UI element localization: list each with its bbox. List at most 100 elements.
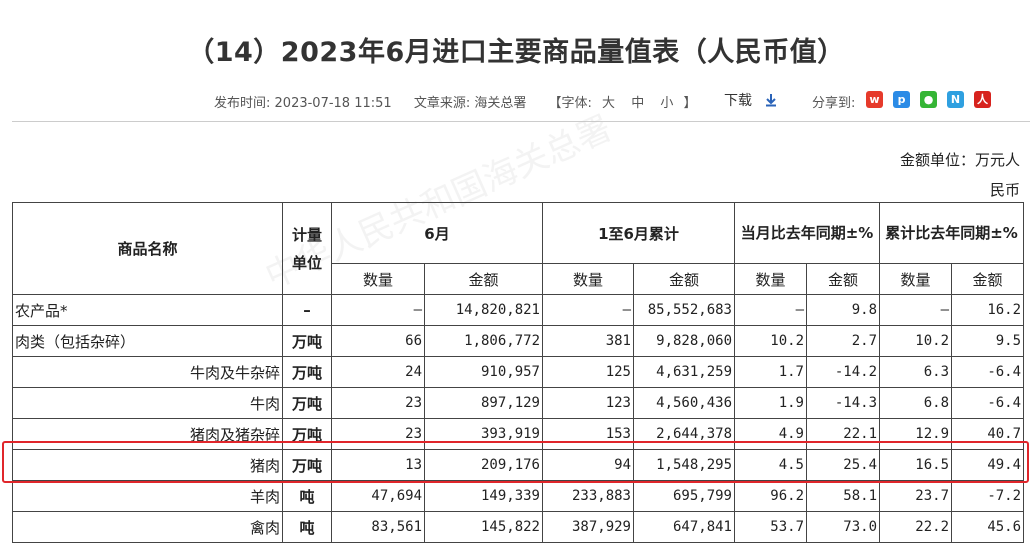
row-cum-qty-yoy: 23.7 [879, 480, 953, 512]
data-table: 商品名称 计量单位 6月 1至6月累计 当月比去年同期±% 累计比去年同期±% … [12, 202, 1025, 543]
header-amt: 金额 [633, 263, 735, 295]
row-month-qty-yoy: 1.9 [734, 387, 807, 419]
people-icon[interactable]: 人 [974, 91, 991, 108]
row-qty: 47,694 [331, 480, 425, 512]
row-cum-amt: 695,799 [633, 480, 735, 512]
download-arrow-icon [766, 94, 777, 107]
row-cum-amt: 647,841 [633, 511, 735, 543]
row-cum-amt-yoy: -7.2 [951, 480, 1025, 512]
font-small-link[interactable]: 小 [660, 92, 673, 111]
row-cum-amt: 2,644,378 [633, 418, 735, 450]
row-cum-qty-yoy: 10.2 [879, 325, 953, 357]
header-cumulative: 1至6月累计 [542, 202, 735, 264]
table-row: 禽肉 吨 83,561 145,822 387,929 647,841 53.7… [12, 511, 1025, 543]
row-month-amt-yoy: 58.1 [805, 480, 881, 512]
row-cum-qty-yoy: 12.9 [879, 418, 953, 450]
row-month-qty-yoy: – [734, 294, 807, 326]
row-unit: 万吨 [282, 418, 332, 450]
row-cum-amt-yoy: 40.7 [951, 418, 1025, 450]
row-cum-amt: 9,828,060 [633, 325, 735, 357]
unit-note-line2: 民币 [989, 181, 1020, 199]
source-label: 文章来源: [413, 96, 471, 111]
row-month-qty-yoy: 4.9 [734, 418, 807, 450]
row-month-qty-yoy: 1.7 [734, 356, 807, 388]
divider [12, 121, 1030, 122]
download-link[interactable]: 下载 [724, 90, 778, 110]
table-row: 肉类（包括杂碎） 万吨 66 1,806,772 381 9,828,060 1… [12, 325, 1025, 357]
row-name: 猪肉及猪杂碎 [12, 418, 283, 450]
row-cum-qty-yoy: 6.8 [879, 387, 953, 419]
row-qty: 23 [331, 418, 425, 450]
header-amt: 金额 [424, 263, 543, 295]
row-unit: 万吨 [282, 387, 332, 419]
row-amt: 1,806,772 [424, 325, 543, 357]
row-cum-qty-yoy: 6.3 [879, 356, 953, 388]
row-cum-amt-yoy: -6.4 [951, 356, 1025, 388]
row-qty: 23 [331, 387, 425, 419]
row-cum-amt-yoy: 16.2 [951, 294, 1025, 326]
row-month-qty-yoy: 53.7 [734, 511, 807, 543]
table-row: 羊肉 吨 47,694 149,339 233,883 695,799 96.2… [12, 480, 1025, 512]
row-name: 肉类（包括杂碎） [12, 325, 283, 357]
row-cum-qty: 233,883 [542, 480, 634, 512]
header-qty: 数量 [879, 263, 953, 295]
row-month-amt-yoy: 25.4 [805, 449, 881, 481]
row-month-amt-yoy: 9.8 [805, 294, 881, 326]
row-amt: 14,820,821 [424, 294, 543, 326]
renren-icon[interactable]: N [947, 91, 964, 108]
row-month-amt-yoy: 22.1 [805, 418, 881, 450]
row-month-amt-yoy: 73.0 [805, 511, 881, 543]
row-cum-qty: 381 [542, 325, 634, 357]
wechat-icon[interactable]: ● [920, 91, 937, 108]
row-unit: 吨 [282, 511, 332, 543]
row-name: 禽肉 [12, 511, 283, 543]
unit-note-line1: 金额单位：万元人 [899, 151, 1020, 169]
row-unit: 万吨 [282, 325, 332, 357]
font-large-link[interactable]: 大 [602, 92, 615, 111]
weibo-icon[interactable]: w [866, 91, 883, 108]
table-row: 猪肉及猪杂碎 万吨 23 393,919 153 2,644,378 4.9 2… [12, 418, 1025, 450]
row-cum-qty: 94 [542, 449, 634, 481]
source-value: 海关总署 [474, 96, 527, 111]
row-unit: – [282, 294, 332, 326]
row-cum-amt: 4,631,259 [633, 356, 735, 388]
row-name: 猪肉 [12, 449, 283, 481]
header-june: 6月 [331, 202, 543, 264]
row-cum-amt-yoy: 49.4 [951, 449, 1025, 481]
row-cum-amt-yoy: 45.6 [951, 511, 1025, 543]
row-cum-qty: 387,929 [542, 511, 634, 543]
row-cum-qty: 123 [542, 387, 634, 419]
row-month-amt-yoy: 2.7 [805, 325, 881, 357]
row-unit: 吨 [282, 480, 332, 512]
row-unit: 万吨 [282, 449, 332, 481]
row-qty: 24 [331, 356, 425, 388]
article-meta: 发布时间: 2023-07-18 11:51 文章来源: 海关总署 【字体: 大… [214, 92, 697, 111]
share-label: 分享到: [812, 96, 856, 111]
row-qty: 66 [331, 325, 425, 357]
row-month-qty-yoy: 96.2 [734, 480, 807, 512]
row-amt: 910,957 [424, 356, 543, 388]
row-cum-amt: 4,560,436 [633, 387, 735, 419]
row-cum-qty: 153 [542, 418, 634, 450]
row-month-amt-yoy: -14.3 [805, 387, 881, 419]
download-label: 下载 [724, 93, 752, 109]
table-row: 牛肉 万吨 23 897,129 123 4,560,436 1.9 -14.3… [12, 387, 1025, 419]
row-qty: 83,561 [331, 511, 425, 543]
row-unit: 万吨 [282, 356, 332, 388]
row-month-qty-yoy: 4.5 [734, 449, 807, 481]
page-title: （14）2023年6月进口主要商品量值表（人民币值） [187, 37, 845, 68]
header-amt: 金额 [951, 263, 1025, 295]
row-name: 羊肉 [12, 480, 283, 512]
header-qty: 数量 [734, 263, 807, 295]
row-cum-qty-yoy: 16.5 [879, 449, 953, 481]
row-cum-amt: 85,552,683 [633, 294, 735, 326]
font-medium-link[interactable]: 中 [631, 92, 644, 111]
row-cum-qty-yoy: – [879, 294, 953, 326]
qzone-icon[interactable]: p [893, 91, 910, 108]
row-amt: 145,822 [424, 511, 543, 543]
row-cum-qty-yoy: 22.2 [879, 511, 953, 543]
row-cum-amt-yoy: 9.5 [951, 325, 1025, 357]
row-name: 牛肉及牛杂碎 [12, 356, 283, 388]
row-cum-qty: – [542, 294, 634, 326]
header-qty: 数量 [331, 263, 425, 295]
